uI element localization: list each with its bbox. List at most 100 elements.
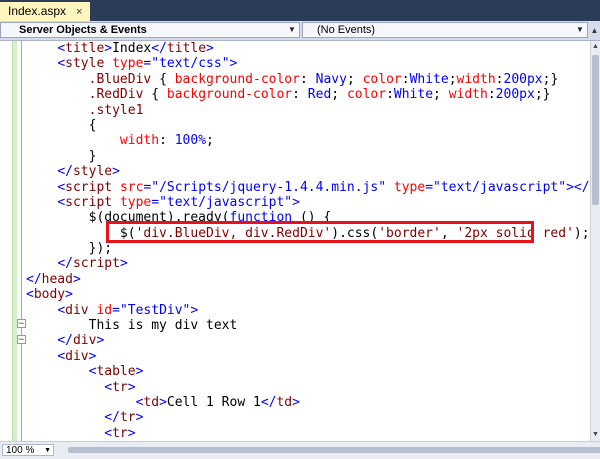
code-token <box>386 180 394 195</box>
code-line[interactable]: </script> <box>26 256 590 271</box>
code-token: > <box>206 41 214 56</box>
code-line[interactable]: <style type="text/css"> <box>26 56 590 71</box>
code-line[interactable]: <script type="text/javascript"> <box>26 195 590 210</box>
code-token <box>26 56 57 71</box>
code-token <box>26 195 57 210</box>
code-token: div <box>65 303 88 318</box>
code-token: </ <box>104 410 120 425</box>
code-line[interactable]: </style> <box>26 164 590 179</box>
code-token: td <box>143 395 159 410</box>
code-token: ; <box>206 133 214 148</box>
code-token: "/Scripts/jquery-1.4.4.min.js" <box>151 180 386 195</box>
code-line[interactable]: width: 100%; <box>26 133 590 148</box>
chevron-down-icon[interactable]: ▼ <box>285 23 299 37</box>
code-token: { <box>26 118 96 133</box>
code-token: 200px <box>504 72 543 87</box>
code-token: div <box>73 333 96 348</box>
code-token: </ <box>261 395 277 410</box>
code-token: ; <box>433 87 449 102</box>
code-token: = <box>151 195 159 210</box>
code-token: > <box>136 364 144 379</box>
code-line[interactable]: <tr> <box>26 426 590 441</box>
code-token: : <box>488 87 496 102</box>
events-dropdown[interactable]: (No Events) ▼ <box>302 22 588 38</box>
code-token: > <box>230 56 238 71</box>
code-line[interactable]: <body> <box>26 287 590 302</box>
code-line[interactable]: <title>Index</title> <box>26 41 590 56</box>
code-line[interactable]: .style1 <box>26 103 590 118</box>
code-token: td <box>276 395 292 410</box>
code-token: White <box>394 87 433 102</box>
code-token: width <box>449 87 488 102</box>
code-line[interactable]: <td>Cell 1 Row 1</td> <box>26 395 590 410</box>
code-line[interactable]: .RedDiv { background-color: Red; color:W… <box>26 87 590 102</box>
scroll-up-icon[interactable]: ▲ <box>591 41 600 53</box>
code-token: style <box>65 56 104 71</box>
code-line[interactable]: <table> <box>26 364 590 379</box>
code-token: .style1 <box>89 103 144 118</box>
code-token: < <box>57 349 65 364</box>
code-token: title <box>167 41 206 56</box>
code-line[interactable]: }); <box>26 241 590 256</box>
code-line[interactable]: <tr> <box>26 380 590 395</box>
code-token: : <box>402 72 410 87</box>
code-token: ></ <box>566 180 589 195</box>
scrollbar-thumb[interactable] <box>68 447 600 453</box>
chevron-down-icon[interactable]: ▼ <box>44 445 51 457</box>
code-token <box>104 56 112 71</box>
code-token: > <box>292 395 300 410</box>
code-line[interactable]: </tr> <box>26 410 590 425</box>
code-token: ; <box>331 87 347 102</box>
code-token: < <box>57 303 65 318</box>
code-line[interactable]: </head> <box>26 272 590 287</box>
code-token: 100% <box>175 133 206 148</box>
code-line[interactable]: This is my div text <box>26 318 590 333</box>
code-token: .RedDiv <box>89 87 144 102</box>
code-token <box>26 180 57 195</box>
code-line[interactable]: { <box>26 118 590 133</box>
code-line[interactable]: } <box>26 149 590 164</box>
outline-line <box>21 41 22 441</box>
code-token <box>26 256 57 271</box>
scrollbar-thumb[interactable] <box>592 55 599 205</box>
code-token: = <box>112 303 120 318</box>
code-token: script <box>73 256 120 271</box>
code-token: src <box>120 180 143 195</box>
code-token: : <box>292 87 308 102</box>
code-token: </ <box>26 272 42 287</box>
code-token: > <box>292 195 300 210</box>
close-icon[interactable]: × <box>76 6 82 18</box>
split-view-icon[interactable]: ▲ <box>589 21 600 40</box>
code-token: < <box>104 426 112 441</box>
code-token: width <box>457 72 496 87</box>
code-token <box>112 195 120 210</box>
horizontal-scrollbar[interactable] <box>60 445 590 455</box>
code-token <box>26 164 57 179</box>
code-token <box>26 333 57 348</box>
scroll-down-icon[interactable]: ▼ <box>591 429 600 441</box>
code-line[interactable]: <script src="/Scripts/jquery-1.4.4.min.j… <box>26 180 590 195</box>
document-tab-bar: Index.aspx× <box>0 0 600 21</box>
code-editor[interactable]: − − <title>Index</title> <style type="te… <box>0 41 590 441</box>
tab-index-aspx[interactable]: Index.aspx× <box>0 2 90 21</box>
collapse-icon[interactable]: − <box>17 319 26 328</box>
code-token: .BlueDiv <box>89 72 152 87</box>
code-line[interactable]: <div id="TestDiv"> <box>26 303 590 318</box>
code-token: < <box>57 41 65 56</box>
code-token: color <box>347 87 386 102</box>
code-line[interactable]: <div> <box>26 349 590 364</box>
collapse-icon[interactable]: − <box>17 335 26 344</box>
code-token: : <box>159 133 175 148</box>
code-line[interactable]: </div> <box>26 333 590 348</box>
editor-status-bar: 100 % ▼ <box>0 441 600 459</box>
server-objects-label: Server Objects & Events <box>1 22 299 38</box>
server-objects-dropdown[interactable]: Server Objects & Events ▼ <box>0 22 300 38</box>
code-token: "text/css" <box>151 56 229 71</box>
code-token: head <box>42 272 73 287</box>
code-token: type <box>112 56 143 71</box>
code-line[interactable]: .BlueDiv { background-color: Navy; color… <box>26 72 590 87</box>
code-token <box>26 410 104 425</box>
chevron-down-icon[interactable]: ▼ <box>573 23 587 37</box>
vertical-scrollbar[interactable]: ▲ ▼ <box>590 41 600 441</box>
zoom-dropdown[interactable]: 100 % ▼ <box>2 444 54 456</box>
